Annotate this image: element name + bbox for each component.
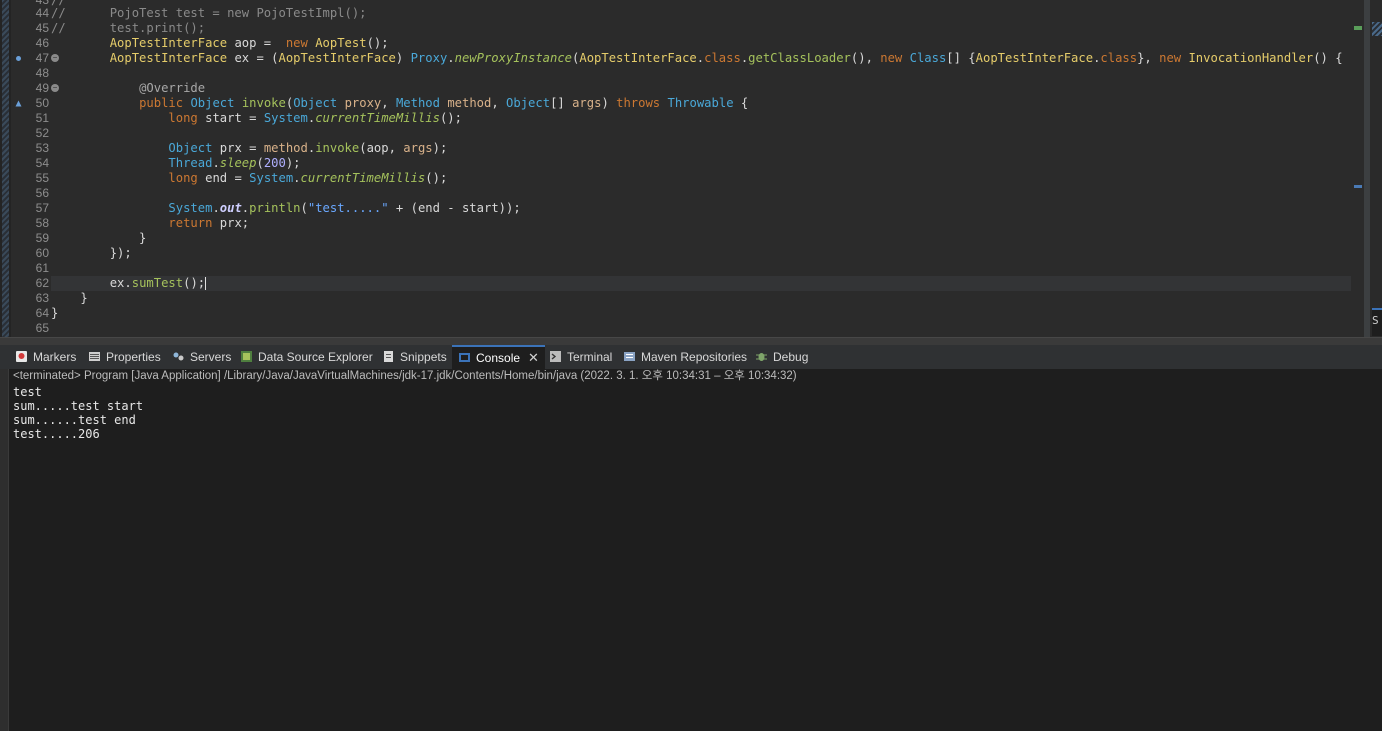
code-line: }); bbox=[51, 246, 132, 260]
tab-data-source-explorer[interactable]: Data Source Explorer bbox=[240, 345, 373, 369]
code-line: AopTestInterFace ex = (AopTestInterFace)… bbox=[109, 51, 1343, 65]
code-line: Object prx = method.invoke(aop, args); bbox=[168, 141, 448, 155]
override-marker-icon[interactable] bbox=[15, 100, 22, 107]
line-number: 53 bbox=[35, 141, 49, 155]
console-output-line: test.....206 bbox=[13, 427, 100, 441]
code-line: @Override bbox=[139, 81, 206, 95]
close-icon[interactable]: ✕ bbox=[528, 347, 539, 369]
data-source-icon bbox=[241, 351, 252, 362]
code-line: } bbox=[51, 231, 147, 245]
line-number: 45 bbox=[35, 21, 49, 35]
terminal-icon bbox=[550, 351, 561, 362]
tab-label: Debug bbox=[773, 350, 809, 364]
code-area[interactable]: // // PojoTest test = new PojoTestImpl()… bbox=[51, 0, 1351, 337]
tab-label: Console bbox=[476, 351, 521, 365]
tab-maven-repositories[interactable]: Maven Repositories bbox=[623, 345, 747, 369]
tab-properties[interactable]: Properties bbox=[88, 345, 161, 369]
console-output-line: sum......test end bbox=[13, 413, 136, 427]
debug-icon bbox=[756, 353, 767, 361]
code-editor[interactable]: 43 44 45 46 47 48 49 50 51 52 53 54 55 5… bbox=[0, 0, 1382, 337]
line-number: 50 bbox=[35, 96, 49, 110]
line-number: 63 bbox=[35, 291, 49, 305]
code-line: // test.print(); bbox=[51, 21, 206, 35]
code-line: AopTestInterFace aop = new AopTest(); bbox=[109, 36, 389, 50]
tab-markers[interactable]: Markers bbox=[15, 345, 76, 369]
tab-console[interactable]: Console ✕ bbox=[452, 345, 545, 369]
tab-label: Maven Repositories bbox=[641, 350, 748, 364]
servers-icon bbox=[173, 352, 184, 361]
code-line: // PojoTest test = new PojoTestImpl(); bbox=[51, 6, 367, 20]
code-line: System.out.println("test....." + (end - … bbox=[168, 201, 521, 215]
text-caret bbox=[205, 277, 207, 290]
line-number: 59 bbox=[35, 231, 49, 245]
markers-icon bbox=[16, 351, 27, 362]
view-tab-bar: Markers Properties Servers Data Source E… bbox=[0, 345, 1382, 370]
console-left-trim bbox=[0, 369, 9, 731]
tab-servers[interactable]: Servers bbox=[172, 345, 231, 369]
overview-marker[interactable] bbox=[1354, 185, 1362, 188]
console-output-line: test bbox=[13, 385, 42, 399]
code-line: Thread.sleep(200); bbox=[168, 156, 301, 170]
line-number: 60 bbox=[35, 246, 49, 260]
code-line: } bbox=[51, 306, 59, 320]
line-number: 64 bbox=[35, 306, 49, 320]
tab-debug[interactable]: Debug bbox=[755, 345, 808, 369]
bookmark-marker-icon[interactable] bbox=[15, 55, 22, 62]
properties-icon bbox=[89, 352, 100, 361]
line-number: 52 bbox=[35, 126, 49, 140]
code-line: long start = System.currentTimeMillis(); bbox=[168, 111, 462, 125]
line-number: 61 bbox=[35, 261, 49, 275]
line-number: 44 bbox=[35, 6, 49, 20]
maven-icon bbox=[624, 352, 635, 361]
line-number: 62 bbox=[35, 276, 49, 290]
console-view[interactable]: <terminated> Program [Java Application] … bbox=[0, 369, 1382, 731]
trim-hatch bbox=[2, 0, 9, 337]
tab-label: Snippets bbox=[400, 350, 447, 364]
line-number: 46 bbox=[35, 36, 49, 50]
line-number: 57 bbox=[35, 201, 49, 215]
code-line: public Object invoke(Object proxy, Metho… bbox=[139, 96, 749, 110]
tab-label: Servers bbox=[190, 350, 232, 364]
code-line: } bbox=[51, 291, 88, 305]
console-output-line: sum.....test start bbox=[13, 399, 144, 413]
line-number: 58 bbox=[35, 216, 49, 230]
code-line: return prx; bbox=[168, 216, 250, 230]
snippets-icon bbox=[384, 351, 393, 362]
console-icon bbox=[459, 353, 470, 362]
line-number: 56 bbox=[35, 186, 49, 200]
line-number: 51 bbox=[35, 111, 49, 125]
line-number: 49 bbox=[35, 81, 49, 95]
tab-label: Terminal bbox=[567, 350, 613, 364]
line-number: 47 bbox=[35, 51, 49, 65]
panel-hatch bbox=[1372, 22, 1382, 36]
line-number: 55 bbox=[35, 171, 49, 185]
tab-label: Data Source Explorer bbox=[258, 350, 373, 364]
side-panel-edge: S bbox=[1370, 0, 1382, 337]
line-number-ruler: 43 44 45 46 47 48 49 50 51 52 53 54 55 5… bbox=[11, 0, 59, 337]
line-number: 54 bbox=[35, 156, 49, 170]
tab-label: Markers bbox=[33, 350, 77, 364]
tab-terminal[interactable]: Terminal bbox=[549, 345, 612, 369]
line-number: 65 bbox=[35, 321, 49, 335]
tab-snippets[interactable]: Snippets bbox=[382, 345, 447, 369]
tab-label: Properties bbox=[106, 350, 161, 364]
line-number: 48 bbox=[35, 66, 49, 80]
side-panel-tab[interactable]: S bbox=[1372, 308, 1382, 336]
code-line: long end = System.currentTimeMillis(); bbox=[168, 171, 448, 185]
console-status-line: <terminated> Program [Java Application] … bbox=[13, 370, 797, 382]
overview-ruler[interactable] bbox=[1352, 0, 1364, 337]
current-code-line[interactable]: ex.sumTest(); bbox=[51, 276, 1351, 291]
editor-left-trim bbox=[0, 0, 11, 337]
overview-marker[interactable] bbox=[1354, 26, 1362, 30]
